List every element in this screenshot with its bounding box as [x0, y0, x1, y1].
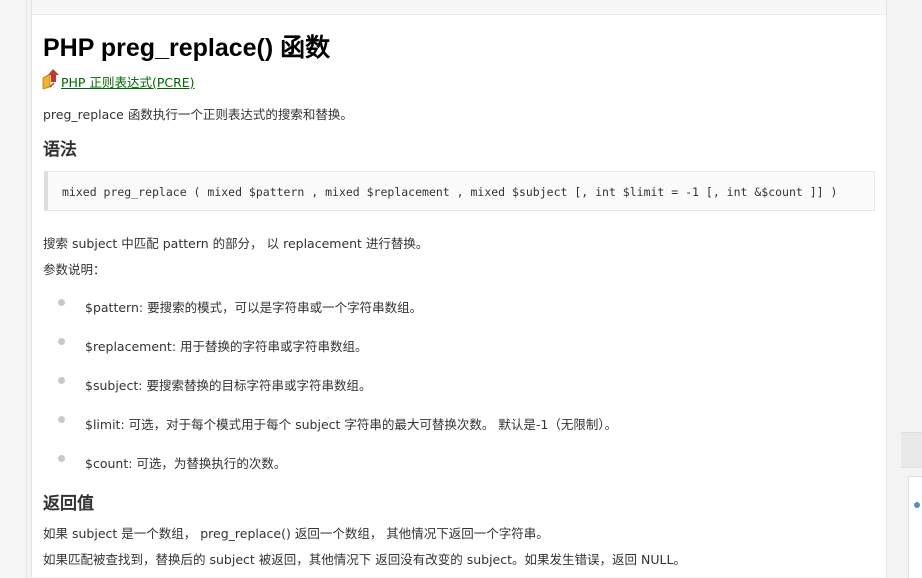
sidebar-panel	[908, 476, 922, 578]
category-link[interactable]: PHP 正则表达式(PCRE)	[42, 68, 195, 90]
description-text: 搜索 subject 中匹配 pattern 的部分， 以 replacemen…	[43, 236, 429, 251]
param-item-replacement: $replacement: 用于替换的字符串或字符串数组。	[85, 339, 368, 354]
intro-text: preg_replace 函数执行一个正则表达式的搜索和替换。	[43, 107, 353, 122]
list-bullet	[58, 299, 65, 306]
article-card: PHP preg_replace() 函数 PHP 正则表达式(PCRE) pr…	[31, 0, 887, 577]
syntax-heading: 语法	[43, 140, 77, 160]
param-item-subject: $subject: 要搜索替换的目标字符串或字符串数组。	[85, 378, 372, 393]
syntax-code: mixed preg_replace ( mixed $pattern , mi…	[62, 185, 838, 199]
list-bullet	[58, 377, 65, 384]
up-arrow-icon	[42, 68, 60, 90]
list-bullet	[58, 338, 65, 345]
left-divider	[26, 0, 27, 577]
right-divider	[886, 0, 887, 577]
param-item-count: $count: 可选，为替换执行的次数。	[85, 456, 287, 471]
page-title: PHP preg_replace() 函数	[43, 34, 331, 62]
return-line-1: 如果 subject 是一个数组， preg_replace() 返回一个数组，…	[43, 526, 549, 541]
param-item-limit: $limit: 可选，对于每个模式用于每个 subject 字符串的最大可替换次…	[85, 417, 618, 432]
card-top-bar	[32, 0, 886, 15]
category-link-text: PHP 正则表达式(PCRE)	[61, 75, 195, 90]
list-bullet	[58, 455, 65, 462]
params-heading: 参数说明：	[43, 262, 106, 277]
return-line-2: 如果匹配被查找到，替换后的 subject 被返回，其他情况下 返回没有改变的 …	[43, 552, 686, 567]
param-item-pattern: $pattern: 要搜索的模式，可以是字符串或一个字符串数组。	[85, 300, 423, 315]
sidebar-dot	[914, 502, 920, 508]
return-heading: 返回值	[43, 494, 94, 514]
list-bullet	[58, 416, 65, 423]
sidebar-widget	[901, 432, 922, 468]
syntax-code-block: mixed preg_replace ( mixed $pattern , mi…	[44, 171, 875, 211]
